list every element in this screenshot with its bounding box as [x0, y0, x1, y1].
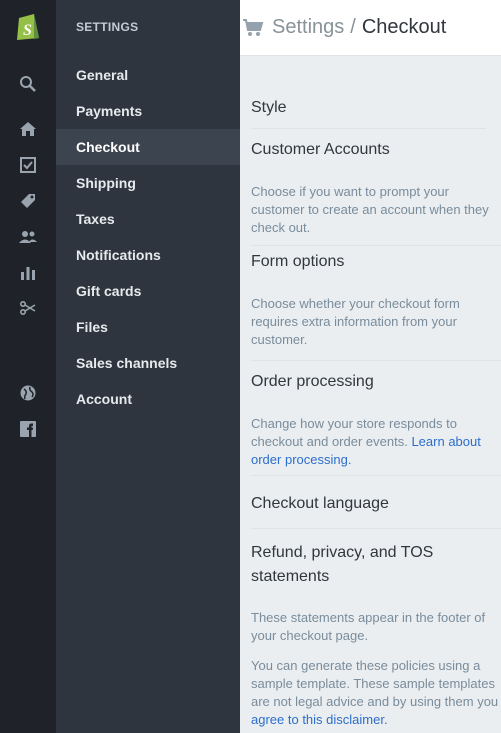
divider: [251, 245, 501, 246]
sidebar-item-checkout[interactable]: Checkout: [56, 129, 240, 165]
refund-templates-text: You can generate these policies using a …: [251, 658, 499, 709]
section-title-order-processing: Order processing: [251, 373, 374, 390]
sidebar-heading: SETTINGS: [76, 20, 139, 34]
customers-icon[interactable]: [18, 227, 38, 247]
svg-text:S: S: [23, 22, 32, 39]
sidebar-item-sales-channels[interactable]: Sales channels: [56, 345, 240, 381]
section-desc-refund-statements: These statements appear in the footer of…: [251, 610, 486, 643]
disclaimer-link[interactable]: agree to this disclaimer.: [251, 712, 388, 727]
section-title-refund-privacy-tos: Refund, privacy, and TOS statements: [251, 544, 434, 585]
cart-icon: [242, 18, 264, 38]
main-content: Style Customer Accounts Choose if you wa…: [240, 56, 501, 733]
breadcrumb-settings-link[interactable]: Settings: [272, 16, 344, 38]
sidebar-item-taxes[interactable]: Taxes: [56, 201, 240, 237]
discounts-icon[interactable]: [18, 298, 38, 318]
section-title-style: Style: [251, 99, 287, 116]
divider: [251, 128, 486, 129]
online-store-icon[interactable]: [18, 383, 38, 403]
section-desc-customer-accounts: Choose if you want to prompt your custom…: [251, 184, 489, 235]
sidebar-item-files[interactable]: Files: [56, 309, 240, 345]
section-desc-form-options: Choose whether your checkout form requir…: [251, 296, 460, 347]
sidebar-item-general[interactable]: General: [56, 57, 240, 93]
home-icon[interactable]: [18, 119, 38, 139]
settings-sidebar: SETTINGS General Payments Checkout Shipp…: [56, 0, 240, 733]
sidebar-item-notifications[interactable]: Notifications: [56, 237, 240, 273]
section-title-form-options: Form options: [251, 253, 345, 270]
section-title-checkout-language: Checkout language: [251, 495, 389, 512]
search-icon[interactable]: [18, 74, 38, 94]
icon-rail: S: [0, 0, 56, 733]
facebook-icon[interactable]: [18, 419, 38, 439]
section-desc-order-processing: Change how your store responds to checko…: [251, 415, 501, 469]
divider: [251, 475, 501, 476]
reports-icon[interactable]: [18, 263, 38, 283]
breadcrumb: Settings / Checkout: [272, 16, 446, 39]
sidebar-item-gift-cards[interactable]: Gift cards: [56, 273, 240, 309]
shopify-logo-icon[interactable]: S: [14, 10, 42, 42]
products-icon[interactable]: [18, 191, 38, 211]
sidebar-item-shipping[interactable]: Shipping: [56, 165, 240, 201]
divider: [251, 360, 501, 361]
section-desc-refund-templates: You can generate these policies using a …: [251, 657, 501, 729]
sidebar-item-account[interactable]: Account: [56, 381, 240, 417]
divider: [251, 528, 501, 529]
breadcrumb-separator: /: [350, 16, 356, 38]
sidebar-item-payments[interactable]: Payments: [56, 93, 240, 129]
section-title-customer-accounts: Customer Accounts: [251, 141, 390, 158]
orders-icon[interactable]: [18, 155, 38, 175]
page-title: Checkout: [361, 16, 447, 38]
page-header: Settings / Checkout: [240, 0, 501, 56]
